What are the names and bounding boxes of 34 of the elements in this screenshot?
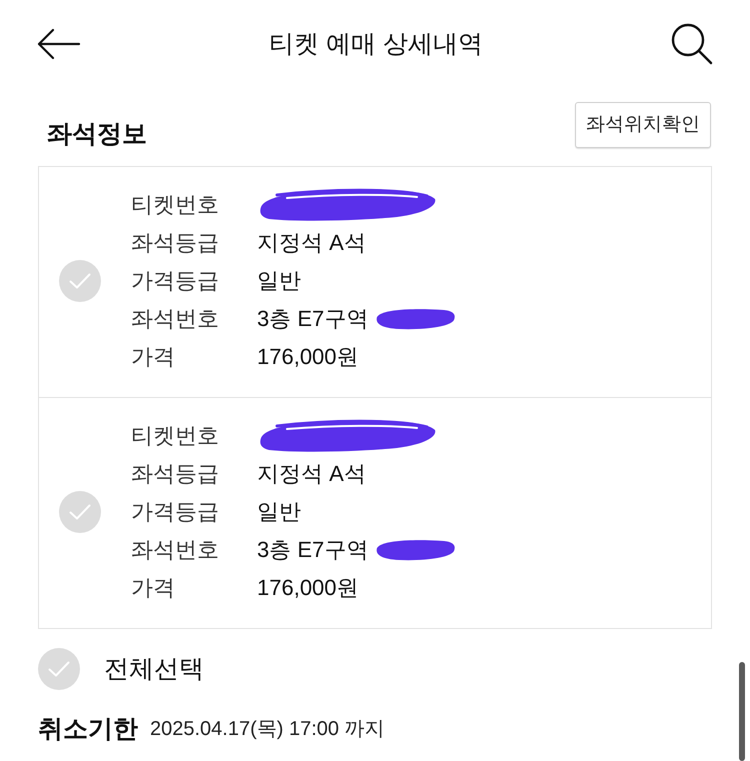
back-arrow-icon — [37, 28, 81, 60]
field-value: 3층 E7구역 — [257, 305, 368, 333]
check-icon — [48, 661, 70, 677]
field-value: 176,000원 — [257, 343, 359, 371]
field-value: 일반 — [257, 498, 301, 526]
checkbox[interactable] — [59, 260, 101, 302]
field-label: 가격등급 — [131, 267, 220, 295]
checkbox[interactable] — [59, 491, 101, 533]
checkbox[interactable] — [38, 648, 80, 690]
field-label: 좌석번호 — [131, 305, 220, 333]
search-icon — [671, 23, 713, 65]
back-button[interactable] — [37, 28, 81, 60]
field-label: 좌석번호 — [131, 536, 220, 564]
page-title: 티켓 예매 상세내역 — [268, 29, 484, 60]
check-icon — [69, 504, 91, 520]
field-value: 3층 E7구역 — [257, 536, 368, 564]
field-label: 좌석등급 — [131, 229, 220, 257]
field-value: 지정석 A석 — [257, 460, 366, 488]
section-title: 좌석정보 — [47, 120, 147, 148]
field-label: 가격 — [131, 574, 176, 602]
field-label: 좌석등급 — [131, 460, 220, 488]
field-value: 일반 — [257, 267, 301, 295]
field-value: 176,000원 — [257, 574, 359, 602]
deadline-value: 2025.04.17(목) 17:00 까지 — [150, 717, 385, 742]
seat-location-button[interactable]: 좌석위치확인 — [575, 102, 711, 148]
field-label: 티켓번호 — [131, 422, 220, 450]
deadline-label: 취소기한 — [38, 714, 138, 744]
select-all-label: 전체선택 — [104, 654, 204, 684]
search-button[interactable] — [671, 23, 713, 65]
field-label: 가격 — [131, 343, 176, 371]
field-label: 티켓번호 — [131, 191, 220, 219]
field-label: 가격등급 — [131, 498, 220, 526]
field-value: 지정석 A석 — [257, 229, 366, 257]
check-icon — [69, 273, 91, 289]
